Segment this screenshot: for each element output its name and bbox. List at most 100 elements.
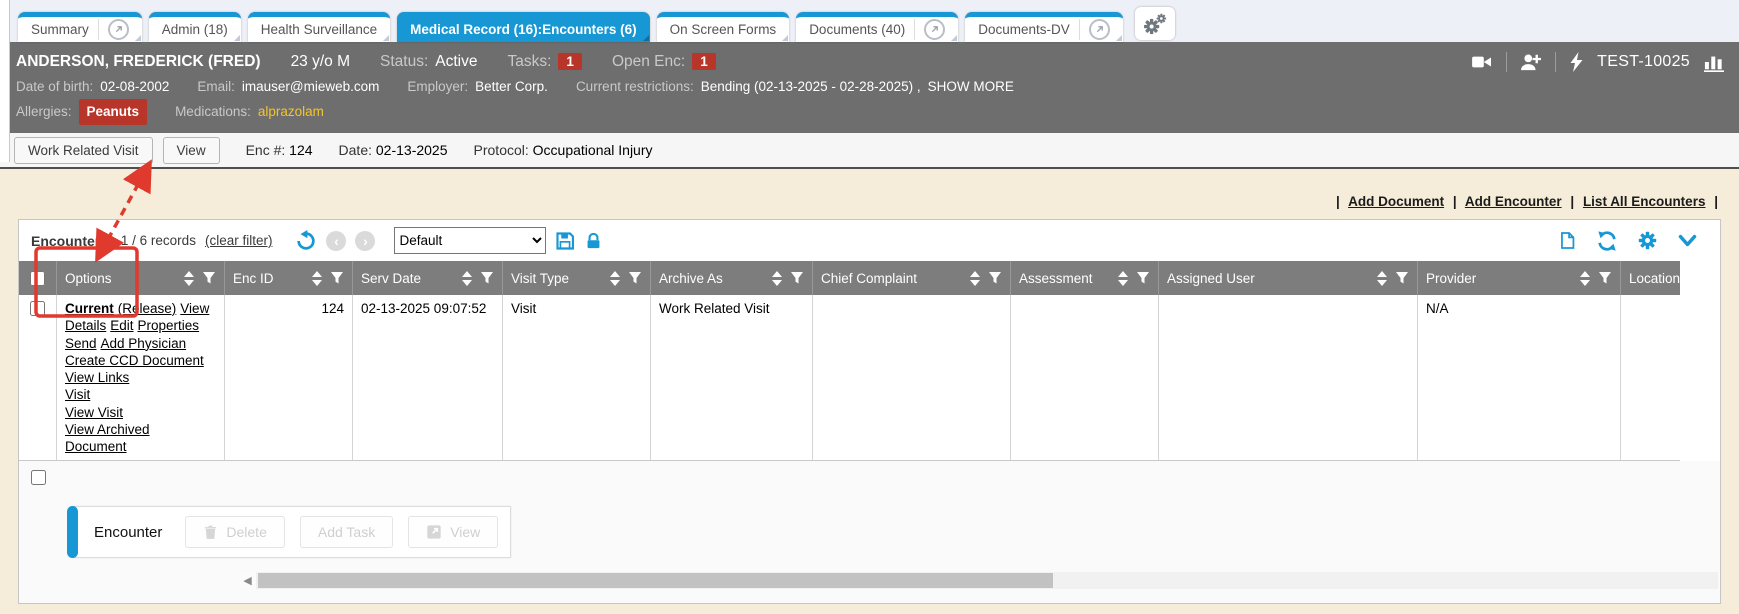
option-details-link[interactable]: Details bbox=[65, 318, 106, 333]
clear-filter-link[interactable]: (clear filter) bbox=[205, 233, 273, 248]
view-encounter-button[interactable]: View bbox=[408, 516, 498, 548]
tab-documents-dv-external[interactable] bbox=[1079, 19, 1110, 40]
tab-on-screen-forms[interactable]: On Screen Forms bbox=[657, 12, 790, 42]
scroll-left-arrow[interactable]: ◀ bbox=[239, 572, 256, 589]
sort-icon[interactable] bbox=[312, 271, 322, 286]
pipe: | bbox=[1453, 194, 1457, 209]
column-label: Options bbox=[65, 271, 112, 286]
tab-label: On Screen Forms bbox=[670, 22, 777, 37]
sort-icon[interactable] bbox=[462, 271, 472, 286]
tab-medical-record-encounters[interactable]: Medical Record (16):Encounters (6) bbox=[397, 12, 650, 42]
filter-icon[interactable] bbox=[330, 271, 344, 285]
option-release-link[interactable]: (Release) bbox=[118, 301, 177, 316]
delete-button[interactable]: Delete bbox=[185, 516, 284, 548]
tab-health-surveillance[interactable]: Health Surveillance bbox=[248, 12, 390, 42]
tab-summary[interactable]: Summary bbox=[18, 12, 142, 42]
option-view-visit-link[interactable]: View Visit bbox=[65, 405, 123, 420]
refresh-icon[interactable] bbox=[1596, 230, 1618, 252]
option-view-link[interactable]: View bbox=[180, 301, 209, 316]
add-person-icon[interactable] bbox=[1520, 52, 1542, 72]
grid-title: Encounters, bbox=[31, 233, 112, 249]
filter-icon[interactable] bbox=[202, 271, 216, 285]
open-enc-count-badge[interactable]: 1 bbox=[692, 53, 716, 70]
option-add-physician-link[interactable]: Add Physician bbox=[101, 336, 187, 351]
option-properties-link[interactable]: Properties bbox=[138, 318, 200, 333]
saved-view-select[interactable]: Default bbox=[394, 227, 546, 254]
chart-icon[interactable] bbox=[1703, 52, 1725, 72]
column-label: Location bbox=[1629, 271, 1680, 286]
tab-admin[interactable]: Admin (18) bbox=[149, 12, 241, 42]
next-page-button[interactable]: › bbox=[355, 231, 375, 251]
lock-icon[interactable] bbox=[584, 231, 603, 251]
sort-icon[interactable] bbox=[184, 271, 194, 286]
work-related-visit-button[interactable]: Work Related Visit bbox=[14, 137, 153, 164]
option-view-links-link[interactable]: View Links bbox=[65, 370, 129, 385]
footer-checkbox[interactable] bbox=[31, 470, 46, 485]
sort-icon[interactable] bbox=[1118, 271, 1128, 286]
sort-icon[interactable] bbox=[1377, 271, 1387, 286]
column-header-assessment[interactable]: Assessment bbox=[1011, 261, 1159, 295]
show-more-link[interactable]: SHOW MORE bbox=[928, 75, 1014, 99]
column-header-provider[interactable]: Provider bbox=[1418, 261, 1621, 295]
add-task-button[interactable]: Add Task bbox=[300, 516, 393, 548]
option-current-link[interactable]: Current bbox=[65, 301, 114, 316]
divider bbox=[1506, 52, 1507, 72]
column-label: Enc ID bbox=[233, 271, 274, 286]
column-header-chief-complaint[interactable]: Chief Complaint bbox=[813, 261, 1011, 295]
add-encounter-link[interactable]: Add Encounter bbox=[1465, 194, 1562, 209]
list-all-encounters-link[interactable]: List All Encounters bbox=[1583, 194, 1706, 209]
option-view-archived-link[interactable]: View Archived Document bbox=[65, 422, 150, 454]
column-header-visit-type[interactable]: Visit Type bbox=[503, 261, 651, 295]
row-checkbox[interactable] bbox=[30, 301, 45, 316]
add-document-link[interactable]: Add Document bbox=[1348, 194, 1444, 209]
filter-icon[interactable] bbox=[628, 271, 642, 285]
column-label: Serv Date bbox=[361, 271, 421, 286]
option-edit-link[interactable]: Edit bbox=[110, 318, 133, 333]
tasks-count-badge[interactable]: 1 bbox=[558, 53, 582, 70]
option-create-ccd-link[interactable]: Create CCD Document bbox=[65, 353, 204, 368]
collapse-chevron-icon[interactable] bbox=[1677, 233, 1698, 249]
view-button[interactable]: View bbox=[163, 137, 220, 164]
column-header-options[interactable]: Options bbox=[57, 261, 225, 295]
settings-gears-icon bbox=[1143, 13, 1167, 35]
column-header-assigned-user[interactable]: Assigned User bbox=[1159, 261, 1418, 295]
filter-icon[interactable] bbox=[790, 271, 804, 285]
filter-icon[interactable] bbox=[988, 271, 1002, 285]
top-links: | Add Document | Add Encounter | List Al… bbox=[0, 169, 1739, 215]
grid-settings-gear-icon[interactable] bbox=[1637, 230, 1658, 251]
column-header-serv-date[interactable]: Serv Date bbox=[353, 261, 503, 295]
filter-icon[interactable] bbox=[1136, 271, 1150, 285]
tab-settings-button[interactable] bbox=[1135, 7, 1175, 40]
tab-summary-external[interactable] bbox=[98, 19, 129, 40]
option-send-link[interactable]: Send bbox=[65, 336, 97, 351]
allergy-badge[interactable]: Peanuts bbox=[79, 99, 148, 125]
column-header-location[interactable]: Location bbox=[1621, 261, 1688, 295]
filter-icon[interactable] bbox=[1395, 271, 1409, 285]
open-enc-label: Open Enc: bbox=[612, 53, 685, 71]
medication-value[interactable]: alprazolam bbox=[258, 100, 324, 124]
sort-icon[interactable] bbox=[970, 271, 980, 286]
chief-complaint-cell bbox=[813, 295, 1011, 460]
video-camera-icon[interactable] bbox=[1471, 53, 1493, 71]
tab-documents-dv[interactable]: Documents-DV bbox=[965, 12, 1123, 42]
undo-icon[interactable] bbox=[295, 230, 317, 252]
new-document-icon[interactable] bbox=[1558, 230, 1577, 251]
tab-documents-external[interactable] bbox=[914, 19, 945, 40]
filter-icon[interactable] bbox=[1598, 271, 1612, 285]
patient-chart-id: TEST-10025 bbox=[1597, 53, 1690, 71]
sort-icon[interactable] bbox=[1580, 271, 1590, 286]
horizontal-scrollbar: ◀ bbox=[239, 572, 1718, 589]
tab-documents[interactable]: Documents (40) bbox=[796, 12, 958, 42]
select-all-checkbox[interactable] bbox=[30, 271, 45, 286]
column-header-enc-id[interactable]: Enc ID bbox=[225, 261, 353, 295]
sort-icon[interactable] bbox=[610, 271, 620, 286]
scrollbar-track[interactable] bbox=[256, 572, 1718, 589]
save-view-icon[interactable] bbox=[555, 231, 575, 251]
option-visit-link[interactable]: Visit bbox=[65, 387, 90, 402]
filter-icon[interactable] bbox=[480, 271, 494, 285]
prev-page-button[interactable]: ‹ bbox=[326, 231, 346, 251]
column-header-archive-as[interactable]: Archive As bbox=[651, 261, 813, 295]
lightning-icon[interactable] bbox=[1569, 52, 1584, 72]
sort-icon[interactable] bbox=[772, 271, 782, 286]
scrollbar-thumb[interactable] bbox=[258, 573, 1053, 588]
